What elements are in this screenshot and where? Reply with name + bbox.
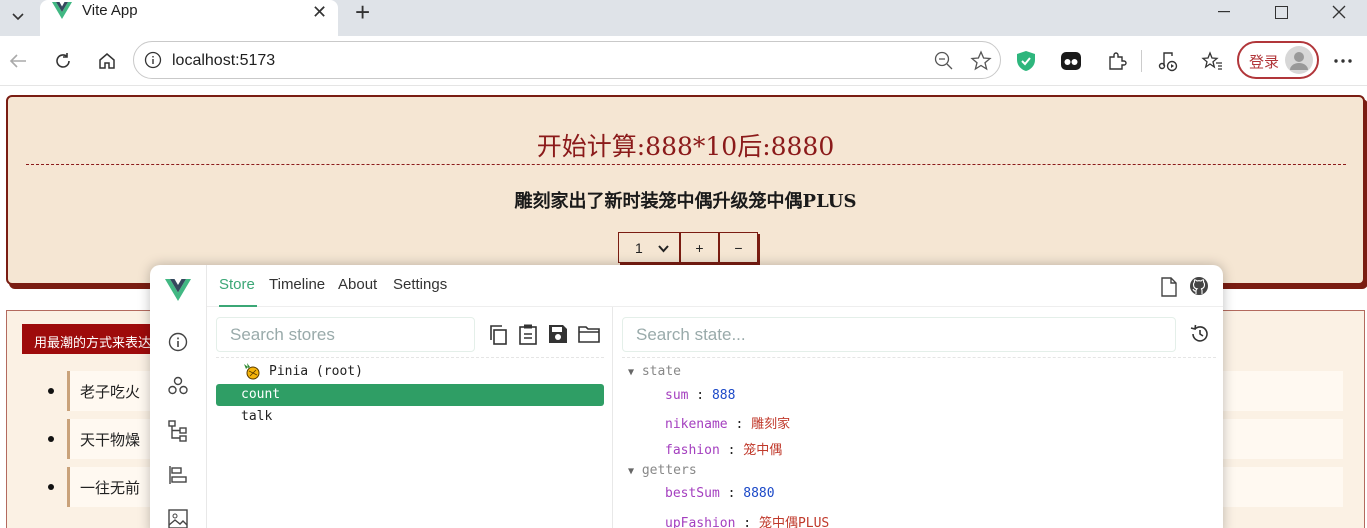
- increment-button[interactable]: +: [680, 232, 719, 263]
- field-key: fashion: [665, 443, 720, 458]
- state-pane: Search state... ▼ state sum : 888 nikena…: [613, 307, 1223, 528]
- chevron-down-icon: [658, 240, 669, 256]
- avatar: [1285, 46, 1313, 74]
- vue-devtools-panel: Store Timeline About Settings Search sto…: [150, 265, 1223, 528]
- getters-section-header[interactable]: ▼ getters: [628, 463, 697, 478]
- dashed-divider: [26, 164, 1346, 165]
- collapse-triangle-icon: ▼: [628, 367, 635, 378]
- shield-extension-icon[interactable]: [1013, 48, 1039, 74]
- field-value[interactable]: 雕刻家: [751, 417, 790, 432]
- devtools-extension-icon[interactable]: [1058, 48, 1084, 74]
- back-arrow-icon[interactable]: [5, 48, 31, 74]
- zoom-out-icon[interactable]: [934, 51, 954, 76]
- maximize-icon[interactable]: [1258, 0, 1304, 24]
- more-menu-icon[interactable]: [1330, 48, 1356, 74]
- state-section-header[interactable]: ▼ state: [628, 364, 681, 379]
- info-icon[interactable]: [144, 51, 162, 74]
- save-icon[interactable]: [548, 324, 568, 349]
- folder-icon[interactable]: [578, 325, 600, 348]
- assets-image-icon[interactable]: [168, 509, 188, 528]
- refresh-icon[interactable]: [50, 48, 76, 74]
- store-item-count[interactable]: count: [216, 384, 604, 406]
- field-value: 8880: [743, 486, 775, 501]
- calc-title: 开始计算:888*10后:8880: [536, 132, 835, 161]
- section-label: state: [641, 364, 681, 379]
- fashion-text: 雕刻家出了新时装笼中偶升级笼中偶PLUS: [514, 191, 857, 212]
- bullet-dot: [48, 388, 54, 394]
- decrement-button[interactable]: −: [719, 232, 758, 263]
- search-state-input[interactable]: Search state...: [622, 317, 1176, 352]
- favorite-star-icon[interactable]: [970, 50, 992, 77]
- field-key: upFashion: [665, 516, 736, 528]
- search-stores-input[interactable]: Search stores: [216, 317, 475, 352]
- state-divider: [622, 357, 1216, 358]
- components-icon[interactable]: [168, 376, 188, 401]
- window-close-icon[interactable]: [1316, 0, 1362, 24]
- close-tab-icon[interactable]: ✕: [312, 2, 327, 23]
- devtools-sidebar: [150, 265, 207, 528]
- pinia-pineapple-icon: [242, 362, 260, 384]
- vue-logo-icon: [165, 279, 191, 306]
- state-field-fashion: fashion : 笼中偶: [665, 443, 783, 458]
- minimize-icon[interactable]: [1201, 0, 1247, 24]
- home-icon[interactable]: [94, 48, 120, 74]
- section-label: 用最潮的方式来表达: [22, 324, 162, 354]
- field-key: sum: [665, 388, 689, 403]
- calc-card: 开始计算:888*10后:8880 雕刻家出了新时装笼中偶升级笼中偶PLUS 1…: [6, 95, 1365, 285]
- tab-store[interactable]: Store: [219, 276, 255, 293]
- toolbar-divider: [1141, 50, 1142, 72]
- url-text: localhost:5173: [172, 52, 276, 69]
- field-value[interactable]: 888: [712, 388, 735, 403]
- getter-field-bestSum: bestSum : 8880: [665, 486, 775, 501]
- collapse-triangle-icon: ▼: [628, 466, 635, 477]
- media-control-icon[interactable]: [1155, 48, 1181, 74]
- github-icon[interactable]: [1189, 276, 1209, 301]
- tab-bar: Vite App ✕ +: [0, 0, 1367, 36]
- bullet-dot: [48, 436, 54, 442]
- browser-toolbar: localhost:5173 登录: [0, 36, 1367, 86]
- devtools-nav: Store Timeline About Settings: [207, 265, 1223, 307]
- browser-tab[interactable]: Vite App ✕: [40, 0, 338, 36]
- getter-field-upFashion: upFashion : 笼中偶PLUS: [665, 512, 829, 528]
- tab-list-chevron-icon[interactable]: [4, 2, 32, 30]
- document-icon[interactable]: [1161, 277, 1177, 302]
- tab-about[interactable]: About: [338, 276, 377, 293]
- extensions-puzzle-icon[interactable]: [1104, 48, 1130, 74]
- step-select-value: 1: [635, 239, 643, 256]
- tree-icon[interactable]: [168, 420, 188, 447]
- counter-controls: 1 + −: [618, 232, 758, 263]
- tab-title: Vite App: [82, 2, 138, 19]
- field-value[interactable]: 笼中偶: [743, 443, 782, 458]
- store-item-root[interactable]: Pinia (root): [216, 361, 604, 383]
- tab-timeline[interactable]: Timeline: [269, 276, 325, 293]
- section-label: getters: [641, 463, 697, 478]
- state-field-sum: sum : 888: [665, 388, 736, 403]
- copy-icon[interactable]: [488, 324, 508, 351]
- login-button[interactable]: 登录: [1237, 41, 1319, 79]
- state-field-nikename: nikename : 雕刻家: [665, 417, 791, 432]
- favorites-icon[interactable]: [1199, 48, 1225, 74]
- history-icon[interactable]: [1190, 324, 1210, 349]
- info-circle-icon[interactable]: [168, 332, 188, 357]
- field-value: 笼中偶PLUS: [758, 516, 830, 528]
- step-select[interactable]: 1: [618, 232, 680, 263]
- field-key: nikename: [665, 417, 728, 432]
- stores-pane: Search stores Pinia (root) count talk: [207, 307, 613, 528]
- vite-logo-icon: [52, 2, 72, 25]
- login-label: 登录: [1249, 54, 1280, 71]
- stores-divider: [216, 357, 604, 358]
- tab-settings[interactable]: Settings: [393, 276, 447, 293]
- store-item-talk[interactable]: talk: [216, 406, 604, 428]
- bullet-dot: [48, 484, 54, 490]
- address-bar[interactable]: localhost:5173: [133, 41, 1001, 79]
- timeline-icon[interactable]: [168, 465, 188, 490]
- clipboard-icon[interactable]: [518, 323, 538, 350]
- new-tab-icon[interactable]: +: [355, 0, 370, 25]
- store-label: Pinia (root): [269, 364, 363, 379]
- field-key: bestSum: [665, 486, 720, 501]
